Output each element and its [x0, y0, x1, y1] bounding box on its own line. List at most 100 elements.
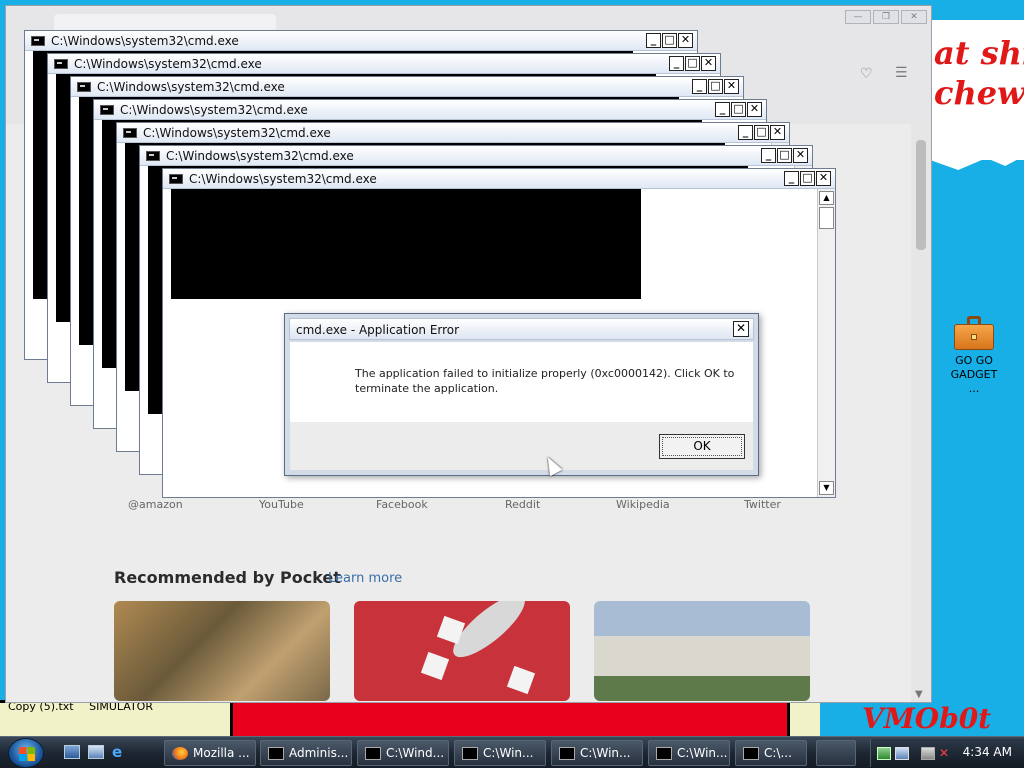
shortcut-label[interactable]: Twitter — [744, 498, 781, 511]
shortcut-label[interactable]: Reddit — [505, 498, 540, 511]
network-icon[interactable] — [877, 747, 891, 760]
minimize-icon[interactable]: _ — [761, 148, 776, 163]
shortcut-label[interactable]: Wikipedia — [616, 498, 670, 511]
taskbar-item-label: Mozilla ... — [193, 746, 250, 760]
application-error-dialog[interactable]: cmd.exe - Application Error ✕ The applic… — [284, 313, 759, 476]
maximize-icon[interactable]: □ — [731, 102, 746, 117]
scroll-down-icon[interactable]: ▼ — [819, 481, 834, 495]
taskbar-item-label: C:\Win... — [580, 746, 631, 760]
taskbar-item[interactable]: Adminis... — [260, 740, 352, 766]
cmd-titlebar[interactable]: C:\Windows\system32\cmd.exe _ □ ✕ — [71, 77, 743, 97]
maximize-icon[interactable]: □ — [708, 79, 723, 94]
minimize-icon[interactable]: — — [845, 10, 871, 24]
maximize-icon[interactable]: □ — [800, 171, 815, 186]
cmd-window-title: C:\Windows\system32\cmd.exe — [51, 34, 239, 48]
cmd-titlebar[interactable]: C:\Windows\system32\cmd.exe _ □ ✕ — [48, 54, 720, 74]
menu-icon[interactable]: ☰ — [895, 65, 908, 81]
scrollbar-thumb[interactable] — [916, 140, 926, 250]
cmd-titlebar[interactable]: C:\Windows\system32\cmd.exe _ □ ✕ — [140, 146, 812, 166]
pocket-card-house[interactable] — [594, 601, 810, 701]
pocket-card-sugar[interactable] — [354, 601, 570, 701]
cmd-window-title: C:\Windows\system32\cmd.exe — [74, 57, 262, 71]
cmd-scrollbar[interactable]: ▲ ▼ — [817, 189, 835, 497]
close-icon[interactable]: ✕ — [816, 171, 831, 186]
cmd-window-title: C:\Windows\system32\cmd.exe — [120, 103, 308, 117]
close-icon[interactable]: ✕ — [724, 79, 739, 94]
scrollbar-thumb[interactable] — [819, 207, 834, 229]
dialog-titlebar[interactable]: cmd.exe - Application Error ✕ — [289, 318, 754, 340]
minimize-icon[interactable]: _ — [715, 102, 730, 117]
taskbar-item-label: Adminis... — [289, 746, 349, 760]
minimize-icon[interactable]: _ — [669, 56, 684, 71]
shortcut-label[interactable]: @amazon — [128, 498, 183, 511]
minimize-icon[interactable]: _ — [646, 33, 661, 48]
maximize-icon[interactable]: □ — [685, 56, 700, 71]
pocket-icon[interactable]: ♡ — [860, 66, 873, 82]
console-output — [171, 189, 641, 299]
cmd-titlebar[interactable]: C:\Windows\system32\cmd.exe _ □ ✕ — [25, 31, 697, 51]
dialog-title: cmd.exe - Application Error — [296, 323, 460, 337]
internet-explorer-icon[interactable]: e — [112, 745, 128, 760]
maximize-icon[interactable]: □ — [754, 125, 769, 140]
shortcut-label[interactable]: Facebook — [376, 498, 428, 511]
taskbar-item[interactable]: C:\Win... — [551, 740, 643, 766]
close-icon[interactable]: ✕ — [733, 321, 749, 337]
volume-muted-icon[interactable]: ✕ — [939, 747, 953, 760]
switch-windows-icon[interactable] — [88, 745, 104, 759]
taskbar-item[interactable]: C:\... — [735, 740, 807, 766]
taskbar-item-label: C:\Wind... — [386, 746, 445, 760]
ok-button[interactable]: OK — [659, 434, 745, 459]
dialog-body: The application failed to initialize pro… — [290, 342, 753, 422]
pocket-heading: Recommended by Pocket — [114, 568, 341, 587]
minimize-icon[interactable]: _ — [784, 171, 799, 186]
minimize-icon[interactable]: _ — [738, 125, 753, 140]
cmd-titlebar[interactable]: C:\Windows\system32\cmd.exe _ □ ✕ — [163, 169, 835, 189]
maximize-icon[interactable]: □ — [777, 148, 792, 163]
shortcut-label[interactable]: YouTube — [259, 498, 304, 511]
taskbar-item[interactable]: C:\Win... — [648, 740, 730, 766]
cmd-titlebar[interactable]: C:\Windows\system32\cmd.exe _ □ ✕ — [117, 123, 789, 143]
maximize-icon[interactable]: ❐ — [873, 10, 899, 24]
close-icon[interactable]: ✕ — [678, 33, 693, 48]
monitor-icon[interactable] — [895, 747, 909, 760]
desktop-icon-label: GO GO GADGET ... — [950, 354, 998, 395]
windows-logo-icon — [19, 747, 35, 761]
taskbar-item[interactable]: C:\Win... — [454, 740, 546, 766]
taskbar-item[interactable]: C:\Wind... — [357, 740, 449, 766]
minimize-icon[interactable]: _ — [692, 79, 707, 94]
console-icon — [123, 128, 137, 138]
close-icon[interactable]: ✕ — [901, 10, 927, 24]
close-icon[interactable]: ✕ — [793, 148, 808, 163]
dialog-footer: OK — [290, 422, 753, 470]
cmd-titlebar[interactable]: C:\Windows\system32\cmd.exe _ □ ✕ — [94, 100, 766, 120]
close-icon[interactable]: ✕ — [701, 56, 716, 71]
console-icon — [100, 105, 114, 115]
cmd-window-title: C:\Windows\system32\cmd.exe — [189, 172, 377, 186]
pocket-card-painting[interactable] — [114, 601, 330, 701]
scroll-up-icon[interactable]: ▲ — [819, 191, 834, 205]
cmd-window-title: C:\Windows\system32\cmd.exe — [143, 126, 331, 140]
taskbar: e Mozilla ... Adminis... C:\Wind... C:\W… — [0, 736, 1024, 768]
taskbar-item[interactable]: Mozilla ... — [164, 740, 256, 766]
start-button[interactable] — [8, 738, 44, 768]
desktop-icon-gadget[interactable]: GO GO GADGET ... — [944, 316, 1004, 396]
close-icon[interactable]: ✕ — [770, 125, 785, 140]
scroll-down-icon[interactable]: ▼ — [915, 689, 923, 700]
network-status-icon[interactable] — [921, 747, 935, 760]
close-icon[interactable]: ✕ — [747, 102, 762, 117]
maximize-icon[interactable]: □ — [662, 33, 677, 48]
cmd-window-title: C:\Windows\system32\cmd.exe — [166, 149, 354, 163]
clock[interactable]: 4:34 AM — [963, 745, 1012, 759]
wallpaper-red-block — [230, 700, 790, 736]
console-icon — [77, 82, 91, 92]
console-icon — [54, 59, 68, 69]
cmd-icon — [365, 747, 381, 760]
cmd-icon — [268, 747, 284, 760]
console-icon — [169, 174, 183, 184]
taskbar-item-label: C:\Win... — [483, 746, 534, 760]
browser-scrollbar[interactable]: ▼ — [911, 124, 931, 702]
show-desktop-icon[interactable] — [64, 745, 80, 759]
taskbar-item-label: C:\Win... — [677, 746, 728, 760]
learn-more-link[interactable]: Learn more — [328, 571, 402, 586]
taskbar-overflow[interactable] — [816, 740, 856, 766]
